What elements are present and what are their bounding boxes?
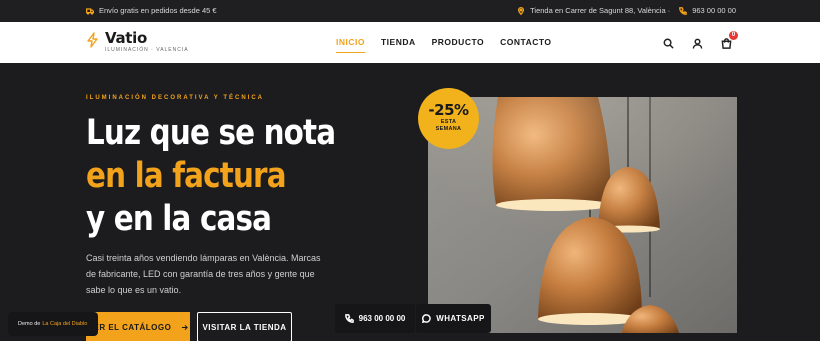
- store-info: Tienda en Carrer de Sagunt 88, València …: [517, 6, 736, 15]
- demo-credit: Demo de La Caja del Diablo: [8, 312, 98, 336]
- arrow-right-icon: [182, 324, 189, 330]
- hero-title-line-2: en la factura: [86, 156, 287, 196]
- floating-phone-label: 963 00 00 00: [358, 314, 406, 323]
- visit-store-button[interactable]: VISITAR LA TIENDA: [197, 312, 292, 341]
- nav-tienda[interactable]: TIENDA: [381, 37, 416, 47]
- nav-inicio[interactable]: INICIO: [336, 37, 365, 53]
- shipping-text: Envío gratis en pedidos desde 45 €: [99, 6, 217, 15]
- truck-icon: [86, 7, 94, 15]
- cart-count-badge: 0: [729, 31, 738, 40]
- hero-eyebrow: ILUMINACIÓN DECORATIVA Y TÉCNICA: [86, 95, 265, 101]
- phone-icon: [679, 6, 688, 15]
- logo-name: Vatio: [105, 29, 148, 47]
- hero-title-line-3: y en la casa: [86, 199, 272, 239]
- floating-phone-button[interactable]: 963 00 00 00: [335, 304, 415, 333]
- discount-badge: -25% ESTA SEMANA: [418, 88, 479, 149]
- discount-line-2: SEMANA: [435, 126, 462, 132]
- demo-link[interactable]: La Caja del Diablo: [42, 321, 87, 327]
- main-nav: INICIO TIENDA PRODUCTO CONTACTO: [336, 37, 552, 53]
- discount-line-1: ESTA: [440, 119, 457, 125]
- lightning-bolt-icon: [86, 31, 99, 53]
- map-pin-icon: [518, 6, 525, 15]
- shopping-bag-icon: [721, 38, 732, 49]
- nav-contacto[interactable]: CONTACTO: [500, 37, 551, 47]
- header-actions: 0: [663, 31, 738, 54]
- view-catalog-label: VER EL CATÁLOGO: [87, 322, 172, 332]
- hero-description: Casi treinta años vendiendo lámparas en …: [86, 253, 321, 295]
- logo-tagline: ILUMINACIÓN · VALENCIA: [105, 47, 189, 53]
- shipping-info: Envío gratis en pedidos desde 45 €: [86, 6, 217, 15]
- whatsapp-label: WHATSAPP: [436, 314, 485, 323]
- whatsapp-button[interactable]: WHATSAPP: [416, 304, 491, 333]
- nav-producto[interactable]: PRODUCTO: [432, 37, 485, 47]
- view-catalog-button[interactable]: VER EL CATÁLOGO: [86, 312, 190, 341]
- logo[interactable]: Vatio ILUMINACIÓN · VALENCIA: [86, 31, 189, 53]
- cart-button[interactable]: 0: [721, 31, 738, 54]
- chat-bubble-icon: [422, 314, 432, 323]
- site-header: Vatio ILUMINACIÓN · VALENCIA INICIO TIEN…: [0, 22, 820, 63]
- discount-percent: -25%: [428, 101, 469, 119]
- demo-prefix: Demo de: [18, 321, 41, 327]
- account-button[interactable]: [692, 36, 703, 54]
- phone-icon: [344, 314, 354, 323]
- top-bar: Envío gratis en pedidos desde 45 € Tiend…: [0, 0, 820, 22]
- topbar-phone[interactable]: 963 00 00 00: [692, 6, 736, 15]
- search-button[interactable]: [663, 36, 674, 54]
- search-icon: [663, 38, 674, 49]
- hero-title-line-1: Luz que se nota: [86, 113, 336, 153]
- user-icon: [692, 38, 703, 49]
- store-address[interactable]: Tienda en Carrer de Sagunt 88, València …: [530, 6, 670, 15]
